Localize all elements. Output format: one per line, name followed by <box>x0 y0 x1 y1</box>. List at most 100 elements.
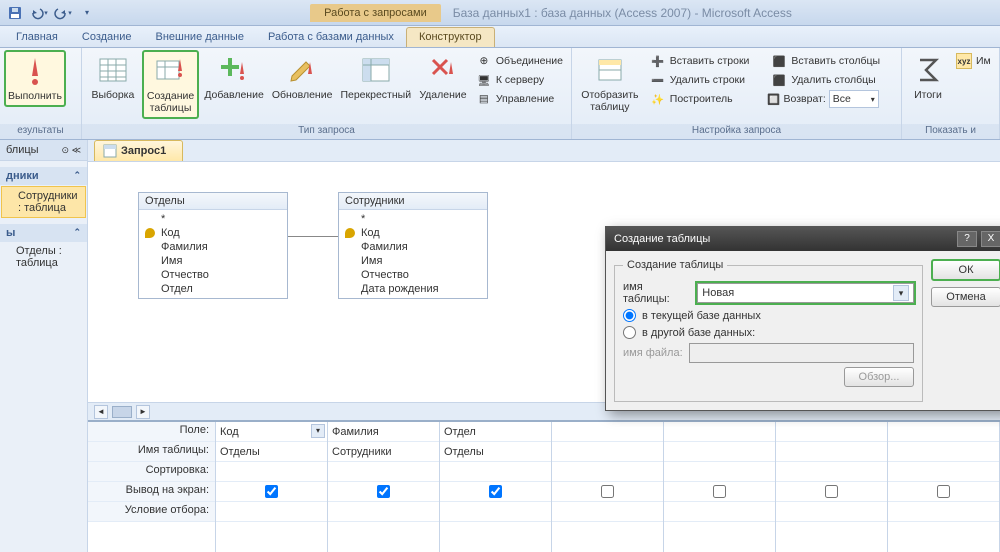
cell-sort[interactable] <box>552 462 663 482</box>
cell-show[interactable] <box>552 482 663 502</box>
relationship-line[interactable] <box>288 236 338 237</box>
field-item[interactable]: Имя <box>143 254 283 268</box>
dialog-titlebar[interactable]: Создание таблицы ? X <box>606 227 1000 251</box>
field-item[interactable]: Фамилия <box>143 240 283 254</box>
show-checkbox[interactable] <box>937 485 950 498</box>
grid-column[interactable] <box>664 422 776 552</box>
cell-table[interactable] <box>888 442 999 462</box>
cell-sort[interactable] <box>888 462 999 482</box>
grid-column[interactable]: ОтделОтделы <box>440 422 552 552</box>
cell-field[interactable] <box>664 422 775 442</box>
redo-icon[interactable]: ▾ <box>52 3 74 23</box>
cell-criteria[interactable] <box>328 502 439 522</box>
grid-column[interactable] <box>888 422 1000 552</box>
cell-field[interactable] <box>888 422 999 442</box>
cell-field[interactable]: Код▾ <box>216 422 327 442</box>
show-checkbox[interactable] <box>825 485 838 498</box>
field-item[interactable]: Отчество <box>343 268 483 282</box>
cell-sort[interactable] <box>216 462 327 482</box>
help-button[interactable]: ? <box>957 231 977 247</box>
cell-show[interactable] <box>776 482 887 502</box>
passthrough-button[interactable]: 🖥К серверу <box>472 71 567 89</box>
radio-other-db[interactable] <box>623 326 636 339</box>
navigation-pane[interactable]: блицы⊙ ≪ дники⌃ Сотрудники : таблица ы⌃ … <box>0 140 88 552</box>
grid-column[interactable] <box>552 422 664 552</box>
table-employees[interactable]: Сотрудники * Код Фамилия Имя Отчество Да… <box>338 192 488 299</box>
grid-column[interactable] <box>776 422 888 552</box>
show-checkbox[interactable] <box>377 485 390 498</box>
cell-table[interactable]: Сотрудники <box>328 442 439 462</box>
run-button[interactable]: Выполнить <box>4 50 66 107</box>
tab-database-tools[interactable]: Работа с базами данных <box>256 28 406 47</box>
chevron-down-icon[interactable]: ⊙ ≪ <box>62 145 81 156</box>
doc-tab-query1[interactable]: Запрос1 <box>94 140 183 161</box>
undo-icon[interactable]: ▾ <box>28 3 50 23</box>
nav-item-employees[interactable]: Сотрудники : таблица <box>1 186 86 218</box>
cell-criteria[interactable] <box>664 502 775 522</box>
nav-category-1[interactable]: дники⌃ <box>0 167 87 185</box>
cell-show[interactable] <box>328 482 439 502</box>
field-item[interactable]: Код <box>343 226 483 240</box>
field-item[interactable]: Дата рождения <box>343 282 483 296</box>
cell-sort[interactable] <box>664 462 775 482</box>
save-icon[interactable] <box>4 3 26 23</box>
close-button[interactable]: X <box>981 231 1000 247</box>
field-item[interactable]: Фамилия <box>343 240 483 254</box>
union-button[interactable]: ⊕Объединение <box>472 52 567 70</box>
cell-criteria[interactable] <box>552 502 663 522</box>
tab-create[interactable]: Создание <box>70 28 144 47</box>
field-item[interactable]: Имя <box>343 254 483 268</box>
field-star[interactable]: * <box>143 212 283 226</box>
tab-home[interactable]: Главная <box>4 28 70 47</box>
update-button[interactable]: Обновление <box>269 50 336 105</box>
datadef-button[interactable]: ▤Управление <box>472 90 567 108</box>
scroll-thumb[interactable] <box>112 406 132 418</box>
grid-column[interactable]: ФамилияСотрудники <box>328 422 440 552</box>
cell-field[interactable] <box>776 422 887 442</box>
insert-rows-button[interactable]: ➕Вставить строки <box>646 52 766 70</box>
tab-design[interactable]: Конструктор <box>406 27 495 47</box>
insert-cols-button[interactable]: ⬛Вставить столбцы <box>767 52 897 70</box>
cell-sort[interactable] <box>328 462 439 482</box>
show-table-button[interactable]: Отобразить таблицу <box>576 50 644 117</box>
nav-item-departments[interactable]: Отделы : таблица <box>0 242 87 272</box>
scroll-left-icon[interactable]: ◄ <box>94 405 108 419</box>
show-checkbox[interactable] <box>713 485 726 498</box>
scroll-right-icon[interactable]: ► <box>136 405 150 419</box>
ok-button[interactable]: ОК <box>931 259 1000 281</box>
qat-customize-icon[interactable]: ▾ <box>76 3 98 23</box>
table-name-combo[interactable]: Новая ▾ <box>697 283 914 303</box>
cell-criteria[interactable] <box>440 502 551 522</box>
cell-table[interactable] <box>664 442 775 462</box>
field-item[interactable]: Код <box>143 226 283 240</box>
dropdown-icon[interactable]: ▾ <box>893 285 909 301</box>
delete-query-button[interactable]: Удаление <box>416 50 470 105</box>
cell-show[interactable] <box>888 482 999 502</box>
radio-current-db[interactable] <box>623 309 636 322</box>
cell-criteria[interactable] <box>776 502 887 522</box>
params-button[interactable]: xyzИм <box>952 52 995 70</box>
cell-show[interactable] <box>216 482 327 502</box>
show-checkbox[interactable] <box>601 485 614 498</box>
cell-table[interactable]: Отделы <box>216 442 327 462</box>
field-item[interactable]: Отчество <box>143 268 283 282</box>
field-star[interactable]: * <box>343 212 483 226</box>
cancel-button[interactable]: Отмена <box>931 287 1000 307</box>
cell-table[interactable] <box>776 442 887 462</box>
cell-show[interactable] <box>664 482 775 502</box>
cell-field[interactable]: Фамилия <box>328 422 439 442</box>
cell-table[interactable]: Отделы <box>440 442 551 462</box>
builder-button[interactable]: ✨Построитель <box>646 90 766 108</box>
cell-sort[interactable] <box>776 462 887 482</box>
dropdown-icon[interactable]: ▾ <box>311 424 325 438</box>
cell-sort[interactable] <box>440 462 551 482</box>
append-button[interactable]: Добавление <box>201 50 267 105</box>
show-checkbox[interactable] <box>489 485 502 498</box>
cell-criteria[interactable] <box>888 502 999 522</box>
crosstab-button[interactable]: Перекрестный <box>337 50 414 105</box>
field-item[interactable]: Отдел <box>143 282 283 296</box>
delete-rows-button[interactable]: ➖Удалить строки <box>646 71 766 89</box>
cell-criteria[interactable] <box>216 502 327 522</box>
select-query-button[interactable]: Выборка <box>86 50 140 105</box>
return-combo[interactable]: 🔲Возврат:Все▾ <box>767 90 897 108</box>
